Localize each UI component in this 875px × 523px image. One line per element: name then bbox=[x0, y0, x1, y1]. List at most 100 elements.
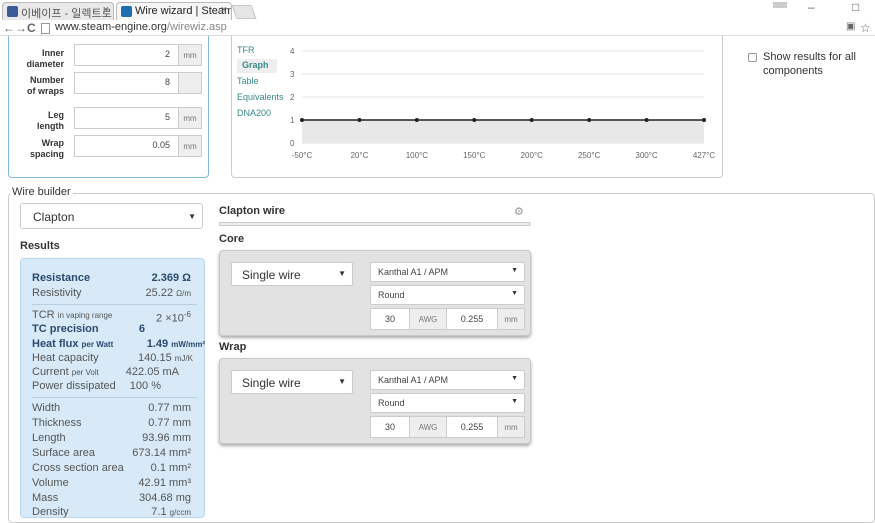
data-point bbox=[300, 118, 304, 122]
browser-tab-1[interactable]: 이베이프 - 일렉트로 × bbox=[2, 2, 114, 20]
x-tick-label: 200°C bbox=[521, 151, 544, 160]
new-tab-button[interactable] bbox=[231, 5, 257, 19]
input-field[interactable]: 0.05 bbox=[74, 135, 178, 157]
core-mm-unit: mm bbox=[497, 308, 525, 330]
core-shape-select[interactable]: Round ▼ bbox=[370, 285, 525, 305]
input-field[interactable]: 2 bbox=[74, 44, 178, 66]
clapton-wire-title: Clapton wire bbox=[219, 205, 286, 217]
wrap-mm-input[interactable]: 0.255 bbox=[446, 416, 498, 438]
data-point bbox=[702, 118, 706, 122]
chevron-down-icon: ▼ bbox=[188, 212, 196, 221]
wire-type-select[interactable]: Clapton ▼ bbox=[20, 203, 203, 229]
tfr-chart: 0 1 2 3 4 -50°C 20°C 100°C 150°C 200°C 250°C 300°C 4… bbox=[290, 47, 716, 160]
forward-icon[interactable]: → bbox=[15, 21, 27, 35]
back-icon[interactable]: ← bbox=[3, 21, 15, 35]
chevron-down-icon: ▼ bbox=[511, 290, 518, 297]
address-bar: ← → C www.steam-engine.org/wirewiz.asp ▣… bbox=[0, 20, 875, 36]
chevron-down-icon: ▼ bbox=[511, 375, 518, 382]
x-tick-label: 300°C bbox=[635, 151, 658, 160]
input-unit: mm bbox=[178, 44, 202, 66]
steam-engine-favicon-icon bbox=[121, 6, 132, 17]
graph-panel: TFR Graph Table Equivalents DNA200 0 1 2 3 4 -50°… bbox=[231, 36, 723, 178]
y-tick-label: 4 bbox=[290, 47, 295, 56]
core-title: Core bbox=[219, 233, 245, 245]
gear-icon[interactable]: ⚙ bbox=[514, 205, 524, 218]
y-tick-label: 2 bbox=[290, 93, 295, 102]
browser-tab-2[interactable]: Wire wizard | Steam × bbox=[116, 2, 232, 20]
data-point bbox=[587, 118, 592, 122]
chevron-down-icon: ▼ bbox=[338, 269, 346, 278]
x-tick-label: 250°C bbox=[578, 151, 601, 160]
star-icon[interactable]: ☆ bbox=[860, 21, 871, 35]
input-row: Leg length 5 mm bbox=[12, 107, 202, 131]
close-icon[interactable]: × bbox=[103, 4, 109, 16]
data-point bbox=[414, 118, 419, 122]
chevron-down-icon: ▼ bbox=[338, 377, 346, 386]
user-icon[interactable] bbox=[773, 2, 787, 8]
y-tick-label: 0 bbox=[290, 139, 295, 148]
results-panel: Resistance 2.369 Ω Resistivity 25.22 Ω/m T… bbox=[20, 258, 205, 518]
input-field[interactable]: 5 bbox=[74, 107, 178, 129]
reload-icon[interactable]: C bbox=[27, 21, 36, 35]
graph-tab-graph[interactable]: Graph bbox=[237, 59, 277, 73]
x-tick-label: 150°C bbox=[463, 151, 486, 160]
input-row: Wrap spacing 0.05 mm bbox=[12, 135, 202, 159]
wrap-material-select[interactable]: Kanthal A1 / APM ▼ bbox=[370, 370, 525, 390]
input-unit bbox=[178, 72, 202, 94]
core-wire-box: Single wire ▼ Kanthal A1 / APM ▼ Round ▼ 30… bbox=[219, 250, 531, 336]
x-tick-label: -50°C bbox=[292, 151, 313, 160]
core-awg-label: AWG bbox=[409, 308, 447, 330]
data-point bbox=[472, 118, 477, 122]
close-icon[interactable]: × bbox=[221, 4, 227, 16]
translate-icon[interactable]: ▣ bbox=[846, 21, 855, 32]
graph-tab-dna200[interactable]: DNA200 bbox=[237, 108, 271, 118]
x-tick-label: 427°C bbox=[693, 151, 716, 160]
wire-type-value: Clapton bbox=[33, 210, 75, 224]
data-point bbox=[644, 118, 649, 122]
graph-tab-table[interactable]: Table bbox=[237, 76, 259, 86]
input-label: Inner diameter bbox=[26, 48, 64, 69]
input-label: Number of wraps bbox=[26, 75, 64, 96]
input-row: Inner diameter 2 mm bbox=[12, 44, 202, 69]
chart-area bbox=[302, 120, 704, 143]
core-mm-input[interactable]: 0.255 bbox=[446, 308, 498, 330]
chevron-down-icon: ▼ bbox=[511, 398, 518, 405]
chevron-down-icon: ▼ bbox=[511, 267, 518, 274]
show-all-label: Show results for all components bbox=[763, 51, 856, 77]
data-point bbox=[357, 118, 362, 122]
show-all-option[interactable]: Show results for all components bbox=[748, 50, 868, 78]
input-unit: mm bbox=[178, 107, 202, 129]
wrap-title: Wrap bbox=[219, 341, 247, 353]
wire-builder-legend: Wire builder bbox=[10, 186, 73, 198]
url-field[interactable]: www.steam-engine.org/wirewiz.asp bbox=[55, 21, 227, 33]
maximize-icon[interactable]: □ bbox=[852, 0, 859, 14]
results-title: Results bbox=[20, 240, 60, 252]
site-favicon-icon bbox=[7, 6, 18, 17]
url-host: www.steam-engine.org bbox=[55, 21, 167, 33]
input-field[interactable]: 8 bbox=[74, 72, 178, 94]
graph-tab-tfr[interactable]: TFR bbox=[237, 45, 255, 55]
divider bbox=[32, 304, 197, 305]
tab-title: Wire wizard | Steam bbox=[135, 5, 232, 17]
show-all-checkbox[interactable] bbox=[748, 53, 757, 62]
y-tick-label: 3 bbox=[290, 70, 295, 79]
core-material-select[interactable]: Kanthal A1 / APM ▼ bbox=[370, 262, 525, 282]
wrap-wire-box: Single wire ▼ Kanthal A1 / APM ▼ Round ▼ 30… bbox=[219, 358, 531, 444]
wrap-shape-select[interactable]: Round ▼ bbox=[370, 393, 525, 413]
input-row: Number of wraps 8 bbox=[12, 72, 202, 96]
wrap-awg-input[interactable]: 30 bbox=[370, 416, 410, 438]
wrap-mm-unit: mm bbox=[497, 416, 525, 438]
url-path: /wirewiz.asp bbox=[166, 21, 227, 33]
x-tick-label: 100°C bbox=[406, 151, 429, 160]
input-label: Wrap spacing bbox=[29, 138, 64, 159]
core-type-select[interactable]: Single wire ▼ bbox=[231, 262, 353, 286]
minimize-icon[interactable]: – bbox=[808, 0, 815, 14]
x-tick-label: 20°C bbox=[350, 151, 368, 160]
page-icon bbox=[41, 23, 50, 34]
y-tick-label: 1 bbox=[290, 116, 295, 125]
wrap-type-select[interactable]: Single wire ▼ bbox=[231, 370, 353, 394]
input-label: Leg length bbox=[37, 110, 64, 131]
divider bbox=[32, 397, 197, 398]
core-awg-input[interactable]: 30 bbox=[370, 308, 410, 330]
tab-title: 이베이프 - 일렉트로 bbox=[21, 8, 112, 20]
